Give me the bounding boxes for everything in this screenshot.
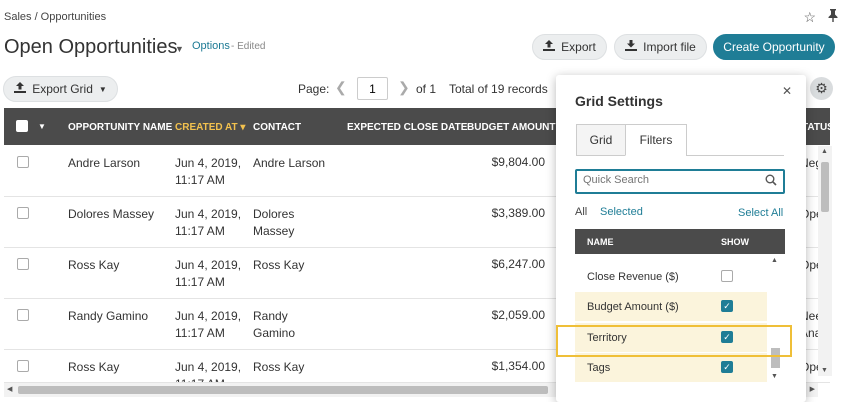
select-all-checkbox[interactable] xyxy=(16,120,28,132)
vertical-scrollbar[interactable]: ▲ ▼ xyxy=(818,146,832,376)
created-at: Jun 4, 2019, 11:17 AM xyxy=(175,360,242,382)
tab-grid[interactable]: Grid xyxy=(576,124,626,156)
close-icon[interactable]: ✕ xyxy=(782,84,792,98)
column-header-close-date[interactable]: EXPECTED CLOSE DATE xyxy=(347,122,467,133)
tab-grid-label: Grid xyxy=(589,133,613,147)
scroll-thumb[interactable] xyxy=(18,386,548,394)
filter-all[interactable]: All xyxy=(575,206,587,218)
chevron-down-icon[interactable]: ▼ xyxy=(38,122,46,131)
column-header-contact[interactable]: CONTACT xyxy=(253,122,301,133)
created-at: Jun 4, 2019, 11:17 AM xyxy=(175,309,242,340)
export-grid-label: Export Grid xyxy=(32,82,93,96)
tab-filters-label: Filters xyxy=(639,133,673,147)
quick-search-field[interactable] xyxy=(575,169,785,194)
filter-selected[interactable]: Selected xyxy=(600,206,643,218)
contact[interactable]: Randy Gamino xyxy=(253,308,333,342)
contact[interactable]: Ross Kay xyxy=(253,257,333,274)
show-checkbox[interactable]: ✓ xyxy=(721,361,733,373)
panel-title: Grid Settings xyxy=(575,93,663,109)
total-records: Total of 19 records xyxy=(449,82,548,96)
field-label: Tags xyxy=(587,362,611,374)
quick-search-input[interactable] xyxy=(583,174,753,186)
column-header-name[interactable]: OPPORTUNITY NAME xyxy=(68,122,172,133)
opportunity-name[interactable]: Randy Gamino xyxy=(68,308,158,325)
create-label: Create Opportunity xyxy=(723,40,825,54)
created-at: Jun 4, 2019, 11:17 AM xyxy=(175,258,242,289)
tab-filters[interactable]: Filters xyxy=(625,124,687,156)
top-icons: ☆ xyxy=(803,9,838,26)
scroll-left-icon[interactable]: ◀ xyxy=(7,385,12,393)
pin-icon[interactable] xyxy=(828,9,838,26)
export-button[interactable]: Export xyxy=(532,34,607,60)
page-title: Open Opportunities xyxy=(4,36,178,58)
chevron-right-icon[interactable]: ❯ xyxy=(398,79,410,96)
export-label: Export xyxy=(561,40,596,54)
budget-amount: $6,247.00 xyxy=(491,257,545,271)
field-item-close-revenue[interactable]: Close Revenue ($) xyxy=(575,262,767,291)
options-link[interactable]: Options xyxy=(192,40,230,52)
column-header-budget[interactable]: BUDGET AMOUNT xyxy=(467,122,556,133)
search-icon xyxy=(765,174,777,189)
create-opportunity-button[interactable]: Create Opportunity xyxy=(713,34,835,60)
row-checkbox[interactable] xyxy=(17,258,29,270)
select-all-link[interactable]: Select All xyxy=(738,207,783,219)
chevron-left-icon[interactable]: ❮ xyxy=(335,79,347,96)
created-label: CREATED AT xyxy=(175,122,238,133)
field-item-budget-amount[interactable]: Budget Amount ($) ✓ xyxy=(575,292,767,321)
scroll-up-icon[interactable]: ▲ xyxy=(821,148,828,155)
row-checkbox[interactable] xyxy=(17,309,29,321)
scroll-thumb[interactable] xyxy=(821,162,829,212)
focus-highlight xyxy=(556,325,792,357)
column-header-created[interactable]: CREATED AT ▾ xyxy=(175,122,245,133)
created-at: Jun 4, 2019, 11:17 AM xyxy=(175,156,242,187)
import-file-button[interactable]: Import file xyxy=(614,34,707,60)
field-list-header: NAME SHOW xyxy=(575,229,785,254)
contact[interactable]: Dolores Massey xyxy=(253,206,333,240)
budget-amount: $3,389.00 xyxy=(491,206,545,220)
row-checkbox[interactable] xyxy=(17,156,29,168)
show-checkbox[interactable] xyxy=(721,270,733,282)
download-icon xyxy=(625,40,638,54)
field-label: Close Revenue ($) xyxy=(587,271,679,283)
opportunity-name[interactable]: Dolores Massey xyxy=(68,206,158,223)
budget-amount: $9,804.00 xyxy=(491,155,545,169)
opportunity-name[interactable]: Ross Kay xyxy=(68,359,158,376)
tab-divider xyxy=(686,155,784,156)
chevron-down-icon[interactable]: ▼ xyxy=(175,44,184,54)
breadcrumb: Sales / Opportunities xyxy=(4,11,107,23)
field-item-tags[interactable]: Tags ✓ xyxy=(575,353,767,382)
scroll-right-icon[interactable]: ▶ xyxy=(810,385,815,393)
page-label: Page: xyxy=(298,82,330,96)
show-checkbox[interactable]: ✓ xyxy=(721,300,733,312)
scroll-down-icon[interactable]: ▼ xyxy=(771,373,778,380)
gear-icon[interactable]: ⚙ xyxy=(810,77,833,100)
column-header-status[interactable]: TATUS xyxy=(802,122,834,133)
scroll-up-icon[interactable]: ▲ xyxy=(771,257,778,264)
opportunity-name[interactable]: Andre Larson xyxy=(68,155,158,172)
scroll-down-icon[interactable]: ▼ xyxy=(821,367,828,374)
field-list-scrollbar[interactable]: ▲ ▼ xyxy=(767,254,785,382)
row-checkbox[interactable] xyxy=(17,360,29,372)
field-label: Budget Amount ($) xyxy=(587,301,679,313)
star-icon[interactable]: ☆ xyxy=(803,9,816,26)
import-label: Import file xyxy=(643,40,696,54)
page-number-input[interactable] xyxy=(357,77,388,100)
contact[interactable]: Ross Kay xyxy=(253,359,333,376)
field-name-header: NAME xyxy=(587,237,614,247)
row-checkbox[interactable] xyxy=(17,207,29,219)
budget-amount: $2,059.00 xyxy=(491,308,545,322)
budget-amount: $1,354.00 xyxy=(491,359,545,373)
created-at: Jun 4, 2019, 11:17 AM xyxy=(175,207,242,238)
export-grid-button[interactable]: Export Grid ▼ xyxy=(3,76,118,102)
upload-icon xyxy=(543,40,556,54)
page-count: of 1 xyxy=(416,82,437,96)
chevron-down-icon: ▼ xyxy=(98,84,107,94)
edited-label: - Edited xyxy=(231,41,266,52)
upload-icon xyxy=(14,82,27,96)
contact[interactable]: Andre Larson xyxy=(253,155,333,172)
field-show-header: SHOW xyxy=(721,237,749,247)
opportunity-name[interactable]: Ross Kay xyxy=(68,257,158,274)
